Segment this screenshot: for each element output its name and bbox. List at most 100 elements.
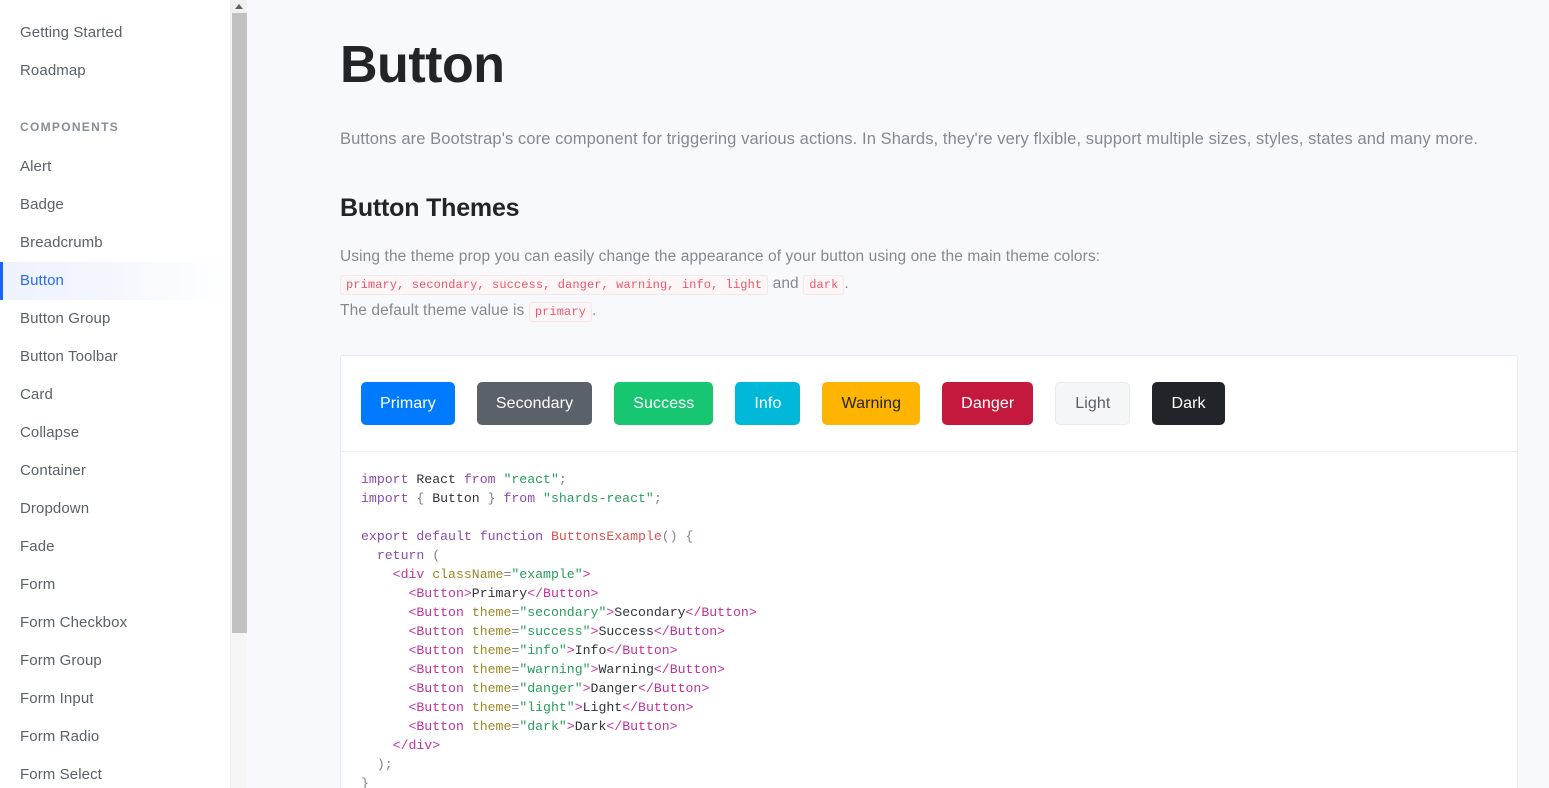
code-token: from [503,491,535,506]
sidebar-top-links: Getting StartedRoadmap [0,14,230,90]
code-token: from [464,472,496,487]
code-token: "secondary" [519,605,606,620]
code-token: "example" [511,567,582,582]
code-token: <Button [408,662,463,677]
code-token: ( [424,548,440,563]
sidebar-item-badge[interactable]: Badge [0,186,230,224]
section-description: Using the theme prop you can easily chan… [340,243,1520,324]
sidebar-scrollbar[interactable] [230,0,247,788]
sidebar-item-form-radio[interactable]: Form Radio [0,718,230,756]
scroll-up-button[interactable] [231,0,247,13]
sidebar-item-alert[interactable]: Alert [0,148,230,186]
sidebar-item-collapse[interactable]: Collapse [0,414,230,452]
sidebar-item-label: Dropdown [20,500,89,517]
scrollbar-thumb[interactable] [232,13,247,633]
chevron-up-icon [235,4,243,9]
desc-period-2: . [592,302,596,319]
code-token: className [432,567,503,582]
code-token: } [480,491,504,506]
button-warning[interactable]: Warning [822,382,920,425]
code-token: <Button [408,624,463,639]
sidebar-item-getting-started[interactable]: Getting Started [0,14,230,52]
code-token: <div [393,567,425,582]
example-card: Primary Secondary Success Info Warning Danger… [340,355,1518,788]
sidebar-item-button[interactable]: Button [0,262,230,300]
code-token: ; [559,472,567,487]
page-lead-paragraph: Buttons are Bootstrap's core component f… [340,127,1520,153]
code-token [361,548,377,563]
code-token: theme [472,605,512,620]
code-token: Danger [591,681,638,696]
code-token [361,605,408,620]
button-primary[interactable]: Primary [361,382,455,425]
code-token [464,719,472,734]
desc-text-2: The default theme value is [340,302,524,319]
code-token [361,719,408,734]
sidebar-item-form-group[interactable]: Form Group [0,642,230,680]
code-token [361,738,393,753]
code-token: theme [472,624,512,639]
button-dark[interactable]: Dark [1152,382,1224,425]
sidebar-item-fade[interactable]: Fade [0,528,230,566]
code-token [464,605,472,620]
code-token: <Button [408,681,463,696]
code-token [464,681,472,696]
code-token [464,643,472,658]
sidebar-item-form-input[interactable]: Form Input [0,680,230,718]
button-info[interactable]: Info [735,382,800,425]
code-token: import [361,491,408,506]
code-token: theme [472,719,512,734]
sidebar-item-form-checkbox[interactable]: Form Checkbox [0,604,230,642]
code-token: import [361,472,408,487]
code-token: ; [654,491,662,506]
sidebar-item-container[interactable]: Container [0,452,230,490]
sidebar-item-label: Collapse [20,424,79,441]
code-token: > [567,643,575,658]
section-heading-button-themes: Button Themes [340,194,1520,223]
code-token: theme [472,681,512,696]
desc-text-1: Using the theme prop you can easily chan… [340,248,1100,265]
sidebar-item-label: Form [20,576,55,593]
code-token: export default function [361,529,543,544]
main-content: Button Buttons are Bootstrap's core comp… [230,0,1549,788]
button-danger[interactable]: Danger [942,382,1033,425]
sidebar-item-breadcrumb[interactable]: Breadcrumb [0,224,230,262]
sidebar-item-label: Button Toolbar [20,348,118,365]
code-token: "light" [519,700,574,715]
code-token: "success" [519,624,590,639]
button-secondary[interactable]: Secondary [477,382,592,425]
sidebar-item-dropdown[interactable]: Dropdown [0,490,230,528]
code-token [535,491,543,506]
sidebar-item-label: Fade [20,538,55,555]
desc-period: . [844,275,848,292]
code-token: Button [432,491,479,506]
sidebar-item-card[interactable]: Card [0,376,230,414]
code-token: > [575,700,583,715]
sidebar-item-form-select[interactable]: Form Select [0,756,230,788]
code-block: import React from "react"; import { Butt… [361,470,1497,788]
sidebar-nav: Getting StartedRoadmap COMPONENTS AlertB… [0,0,230,788]
app-root: Getting StartedRoadmap COMPONENTS AlertB… [0,0,1549,788]
code-token: "danger" [519,681,582,696]
code-token: > [567,719,575,734]
code-token: Dark [575,719,607,734]
code-token: <Button> [408,586,471,601]
sidebar-item-label: Form Input [20,690,94,707]
sidebar-item-label: Container [20,462,86,479]
code-token [361,624,408,639]
code-token [464,624,472,639]
button-success[interactable]: Success [614,382,713,425]
sidebar-item-label: Breadcrumb [20,234,103,251]
sidebar-item-roadmap[interactable]: Roadmap [0,52,230,90]
button-light[interactable]: Light [1055,382,1130,425]
code-token: ButtonsExample [551,529,662,544]
code-token: Info [575,643,607,658]
sidebar-item-button-toolbar[interactable]: Button Toolbar [0,338,230,376]
sidebar-item-form[interactable]: Form [0,566,230,604]
sidebar-item-label: Form Checkbox [20,614,127,631]
code-token: Light [583,700,623,715]
button-preview-area: Primary Secondary Success Info Warning Danger… [341,356,1517,452]
sidebar-item-label: Form Group [20,652,102,669]
sidebar-item-label: Form Radio [20,728,99,745]
sidebar-item-button-group[interactable]: Button Group [0,300,230,338]
